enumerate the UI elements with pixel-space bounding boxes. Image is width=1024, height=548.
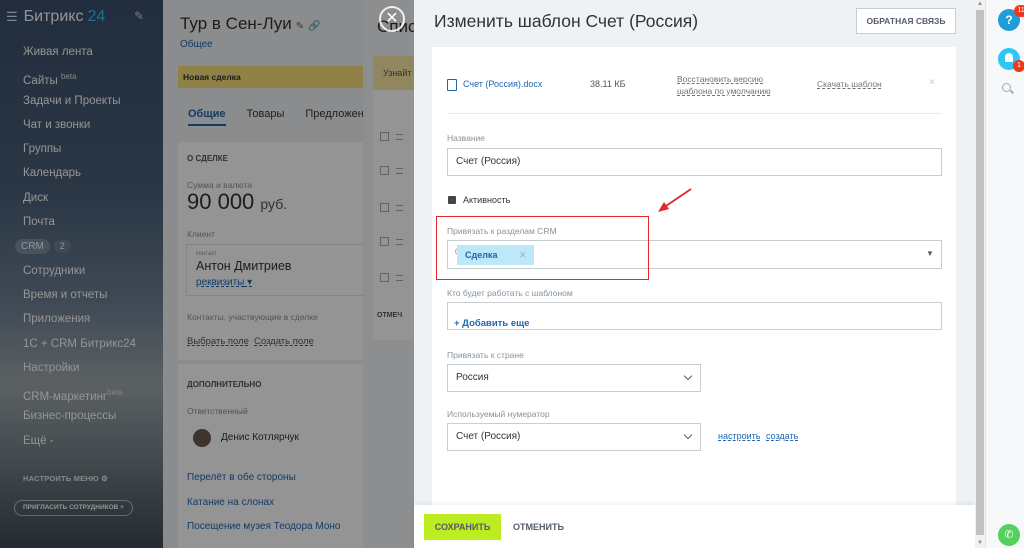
- file-name-link[interactable]: Счет (Россия).docx: [463, 79, 542, 89]
- country-label: Привязать к стране: [447, 350, 524, 360]
- remove-file-icon[interactable]: ×: [929, 77, 935, 88]
- active-label: Активность: [463, 195, 511, 205]
- scroll-down-icon[interactable]: ▼: [977, 540, 983, 546]
- annotation-highlight-box: [436, 216, 649, 280]
- who-works-label: Кто будет работать с шаблоном: [447, 288, 573, 298]
- users-selector[interactable]: + Добавить еще: [447, 302, 942, 330]
- configure-numerator-link[interactable]: настроить: [718, 431, 760, 441]
- cancel-button[interactable]: ОТМЕНИТЬ: [513, 514, 564, 540]
- search-icon[interactable]: [1002, 83, 1011, 92]
- numerator-select[interactable]: Счет (Россия): [447, 423, 701, 451]
- scrollbar-thumb[interactable]: [976, 10, 984, 535]
- save-button[interactable]: СОХРАНИТЬ: [424, 514, 501, 540]
- active-checkbox[interactable]: [448, 196, 456, 204]
- create-numerator-link[interactable]: создать: [766, 431, 798, 441]
- file-size: 38.11 КБ: [590, 79, 626, 89]
- numerator-label: Используемый нумератор: [447, 409, 550, 419]
- annotation-arrow-icon: [658, 188, 692, 212]
- phone-icon[interactable]: ✆: [998, 524, 1020, 546]
- help-badge: 11: [1014, 5, 1024, 17]
- template-file-row: Счет (Россия).docx 38.11 КБ Восстановить…: [447, 74, 941, 103]
- name-label: Название: [447, 133, 485, 143]
- overlay-dim[interactable]: [0, 0, 414, 548]
- right-toolbar: ? 11 1 ✆: [985, 0, 1024, 548]
- file-icon: [447, 79, 457, 91]
- download-template-link[interactable]: Скачать шаблон: [817, 79, 882, 89]
- chevron-down-icon[interactable]: ▼: [926, 241, 934, 267]
- country-select[interactable]: Россия: [447, 364, 701, 392]
- feedback-button[interactable]: ОБРАТНАЯ СВЯЗЬ: [856, 8, 956, 34]
- page-title: Изменить шаблон Счет (Россия): [434, 11, 699, 31]
- scrollbar[interactable]: ▲ ▼: [975, 0, 985, 548]
- name-input[interactable]: Счет (Россия): [447, 148, 942, 176]
- add-more-link[interactable]: + Добавить еще: [454, 311, 529, 337]
- restore-default-link[interactable]: Восстановить версию шаблона по умолчанию: [677, 73, 787, 97]
- scroll-up-icon[interactable]: ▲: [977, 1, 983, 7]
- chevron-down-icon: [683, 430, 693, 440]
- close-icon[interactable]: ✕: [379, 6, 405, 32]
- notification-badge: 1: [1013, 60, 1024, 72]
- chevron-down-icon: [683, 371, 693, 381]
- divider: [447, 113, 941, 114]
- panel-footer: СОХРАНИТЬ ОТМЕНИТЬ: [414, 505, 975, 548]
